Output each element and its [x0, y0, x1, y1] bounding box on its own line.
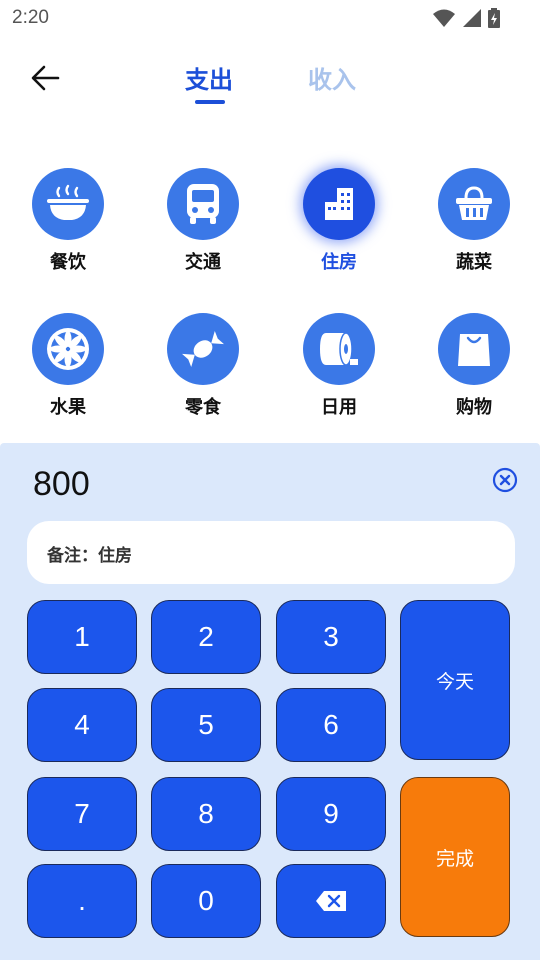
status-icons	[432, 8, 500, 28]
category-label: 蔬菜	[456, 252, 492, 273]
header: 支出 收入	[0, 40, 540, 120]
candy-icon	[182, 330, 224, 368]
category-icon-circle	[438, 313, 510, 385]
key-1[interactable]: 1	[27, 600, 137, 674]
shopping-bag-icon	[458, 334, 490, 366]
key-3[interactable]: 3	[276, 600, 386, 674]
tab-income[interactable]: 收入	[308, 60, 356, 95]
clear-amount-button[interactable]	[492, 467, 518, 493]
key-2[interactable]: 2	[151, 600, 261, 674]
basket-icon	[456, 186, 492, 220]
key-9[interactable]: 9	[276, 777, 386, 851]
category-icon-circle	[32, 168, 104, 240]
category-label: 水果	[50, 397, 86, 418]
category-fruit[interactable]: 水果	[13, 313, 123, 419]
building-icon	[325, 188, 353, 220]
key-7[interactable]: 7	[27, 777, 137, 851]
today-button[interactable]: 今天	[400, 600, 510, 760]
bowl-icon	[47, 184, 89, 220]
tab-indicator	[195, 100, 225, 104]
backspace-icon	[316, 891, 346, 911]
category-label: 餐饮	[50, 252, 86, 273]
category-dining[interactable]: 餐饮	[13, 168, 123, 274]
note-text: 备注：住房	[47, 546, 132, 566]
citrus-icon	[47, 328, 89, 370]
backspace-button[interactable]	[276, 864, 386, 938]
key-5[interactable]: 5	[151, 688, 261, 762]
category-vegetables[interactable]: 蔬菜	[419, 168, 529, 274]
category-label: 零食	[185, 397, 221, 418]
category-icon-circle	[167, 313, 239, 385]
input-panel: 800 备注：住房 1 2 3 今天 4 5 6 7 8 9 完成 . 0	[0, 443, 540, 960]
signal-icon	[463, 9, 481, 27]
arrow-left-icon	[31, 65, 60, 91]
category-label: 交通	[185, 252, 221, 273]
category-icon-circle	[303, 313, 375, 385]
note-field[interactable]: 备注：住房	[27, 521, 515, 584]
key-dot[interactable]: .	[27, 864, 137, 938]
amount-display: 800	[33, 465, 90, 503]
tissue-roll-icon	[320, 332, 358, 366]
key-6[interactable]: 6	[276, 688, 386, 762]
category-icon-circle	[167, 168, 239, 240]
category-icon-circle	[438, 168, 510, 240]
key-4[interactable]: 4	[27, 688, 137, 762]
tab-expense[interactable]: 支出	[185, 60, 233, 95]
wifi-icon	[433, 9, 455, 27]
category-housing[interactable]: 住房	[284, 168, 394, 274]
key-8[interactable]: 8	[151, 777, 261, 851]
done-button[interactable]: 完成	[400, 777, 510, 937]
category-label: 日用	[321, 397, 357, 418]
category-icon-circle	[32, 313, 104, 385]
category-transport[interactable]: 交通	[148, 168, 258, 274]
close-circle-icon	[492, 467, 518, 493]
status-bar: 2:20	[0, 0, 540, 36]
status-time: 2:20	[12, 7, 49, 28]
category-label: 购物	[456, 397, 492, 418]
category-shopping[interactable]: 购物	[419, 313, 529, 419]
category-snacks[interactable]: 零食	[148, 313, 258, 419]
key-0[interactable]: 0	[151, 864, 261, 938]
category-daily-use[interactable]: 日用	[284, 313, 394, 419]
battery-icon	[488, 8, 500, 28]
back-button[interactable]	[28, 60, 64, 96]
category-icon-circle-selected	[303, 168, 375, 240]
bus-icon	[187, 184, 219, 224]
category-label: 住房	[321, 252, 357, 273]
